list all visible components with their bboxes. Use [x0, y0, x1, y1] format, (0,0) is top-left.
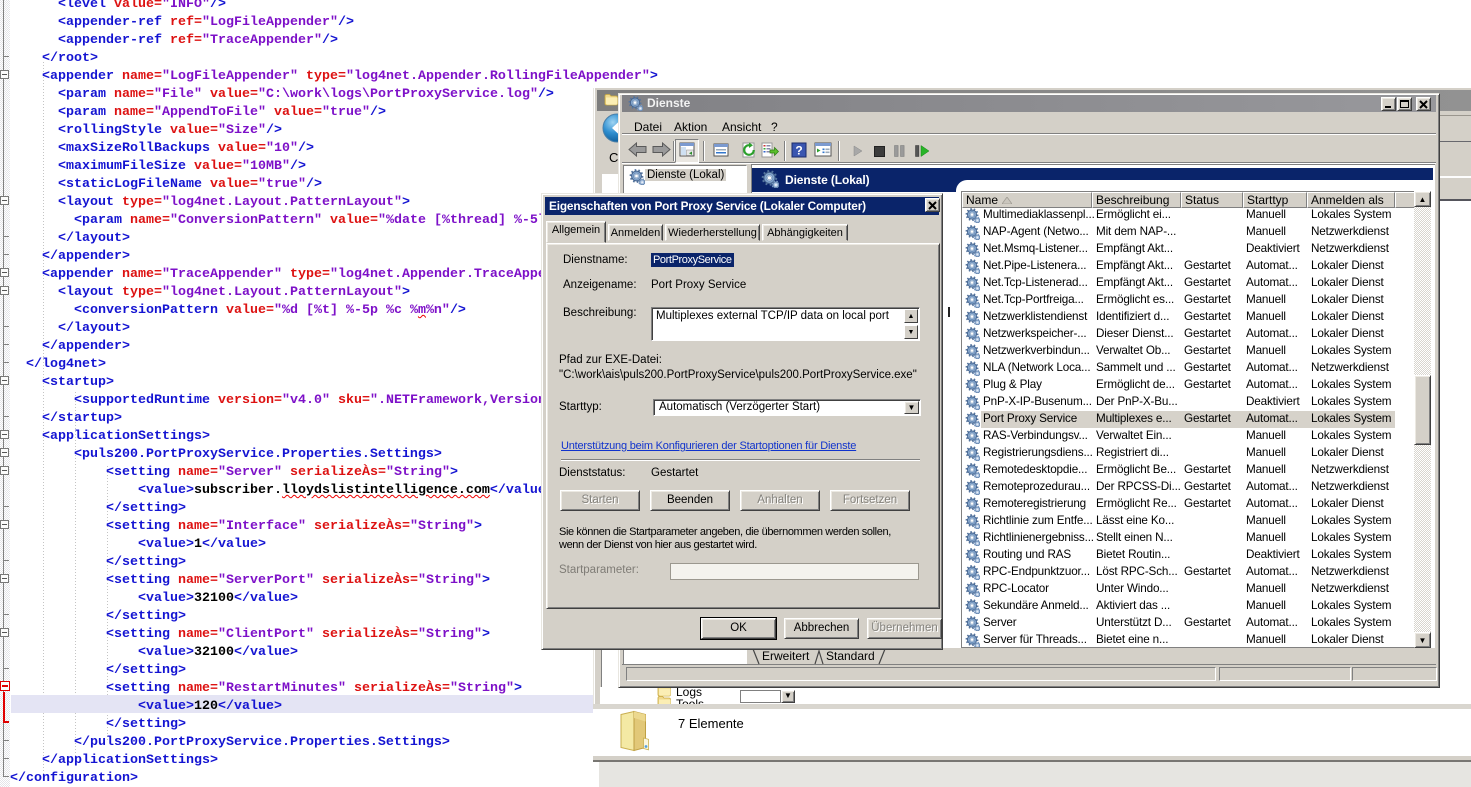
svg-text:?: ?: [795, 144, 802, 158]
